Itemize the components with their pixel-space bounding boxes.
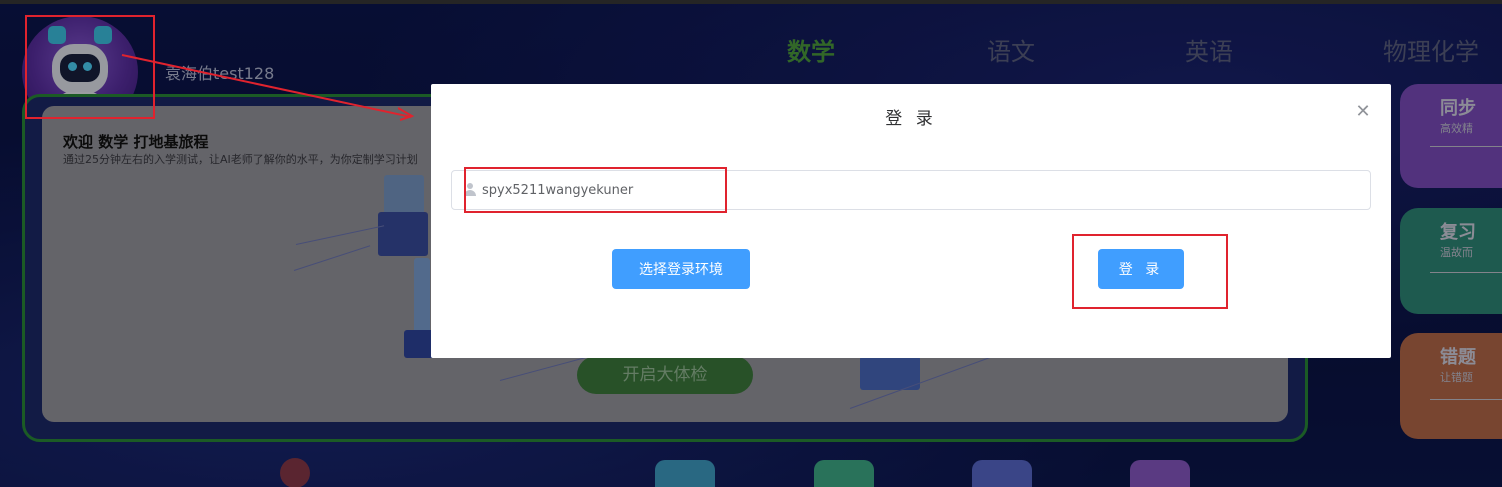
login-dialog: 登 录 ✕ 选择登录环境 登 录 [431,84,1391,358]
annotation-box-login [1072,234,1228,309]
select-environment-button[interactable]: 选择登录环境 [612,249,750,289]
annotation-arrow-head [398,107,414,121]
close-icon[interactable]: ✕ [1353,102,1373,122]
annotation-box-username [464,167,727,213]
annotation-box-avatar [25,15,155,119]
dialog-title: 登 录 [885,109,937,129]
